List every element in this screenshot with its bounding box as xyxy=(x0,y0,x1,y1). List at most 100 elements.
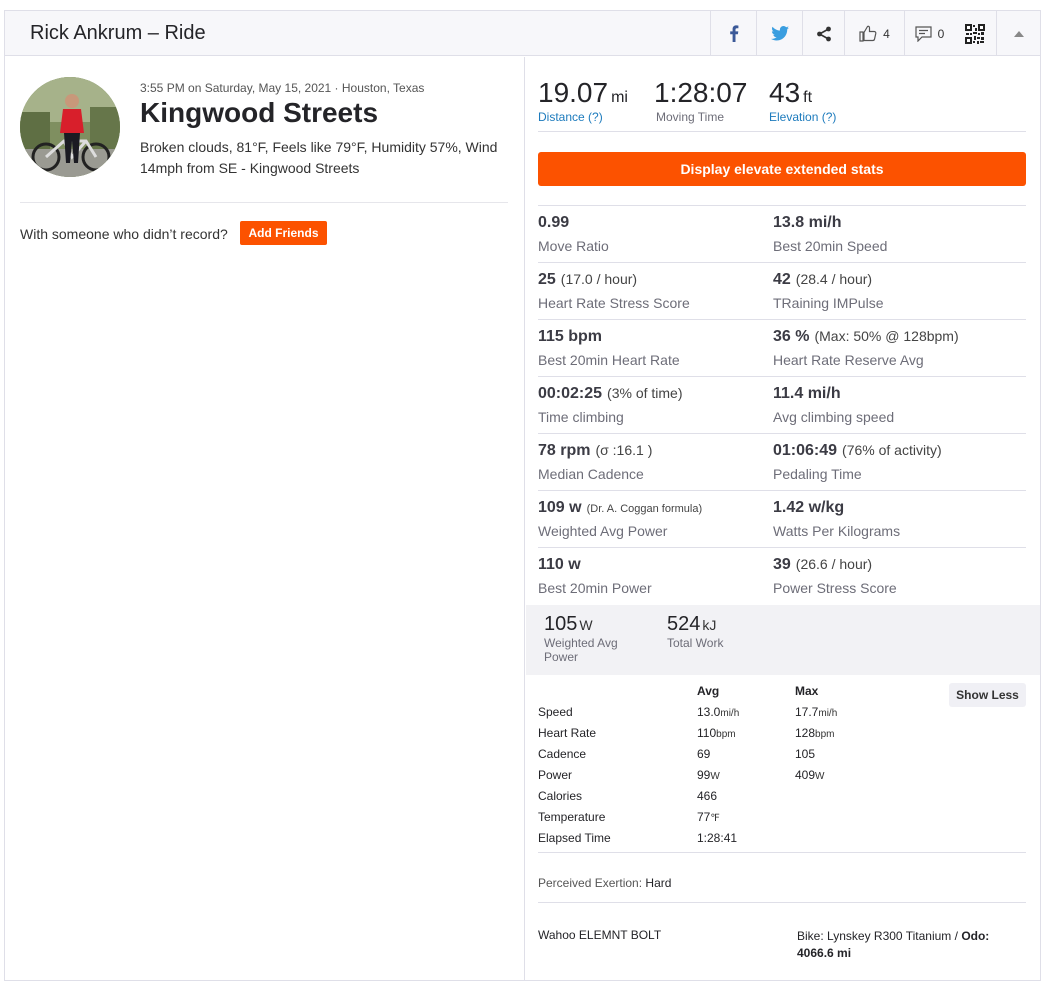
mini-table-row-label: Speed xyxy=(538,705,573,719)
add-friends-button[interactable]: Add Friends xyxy=(240,221,327,245)
elevation-help-link[interactable]: (?) xyxy=(822,110,837,124)
extended-stat-value: 01:06:49 xyxy=(773,442,838,459)
extended-stat-value: 36 % xyxy=(773,328,810,345)
stat-distance: 19.07 mi Distance (?) xyxy=(538,77,628,124)
mini-table-row-label: Cadence xyxy=(538,747,586,761)
power-summary: 105 W Weighted Avg Power 524 kJ Total Work xyxy=(526,605,1040,675)
extended-stat-value: 1.42 w/kg xyxy=(773,499,845,516)
elevation-unit: ft xyxy=(803,89,813,106)
facebook-icon xyxy=(729,25,738,42)
extended-stat-detail: (26.6 / hour) xyxy=(795,556,873,572)
distance-label: Distance xyxy=(538,110,585,124)
total-work-unit: kJ xyxy=(702,617,717,633)
facebook-share-button[interactable] xyxy=(710,11,756,56)
distance-value: 19.07 xyxy=(538,77,609,108)
extended-stat-value: 42 xyxy=(773,271,791,288)
mini-table-avg: 77℉ xyxy=(697,810,720,824)
extended-stat-label: Weighted Avg Power xyxy=(538,523,668,539)
extended-stat-label: Best 20min Power xyxy=(538,580,652,596)
mini-table-row-label-value: Speed xyxy=(538,705,573,719)
extended-stat-label: Avg climbing speed xyxy=(773,409,895,425)
extended-stat-detail: (Dr. A. Coggan formula) xyxy=(586,503,703,515)
mini-table-avg-value: 110 xyxy=(697,726,717,740)
total-work-label: Total Work xyxy=(667,636,724,650)
device-name: Wahoo ELEMNT BOLT xyxy=(538,928,662,942)
elevate-extended-stats-button[interactable]: Display elevate extended stats xyxy=(538,152,1026,186)
comments-button[interactable]: 0 xyxy=(904,11,954,56)
extended-stat-label: Pedaling Time xyxy=(773,466,862,482)
distance-unit: mi xyxy=(611,89,628,106)
mini-table-max-value: 105 xyxy=(795,747,816,761)
mini-table-avg: 69 xyxy=(697,747,710,761)
extended-stat: 1.42 w/kg Watts Per Kilograms xyxy=(773,499,1008,539)
mini-table-avg: 99W xyxy=(697,768,720,782)
mini-table-avg: 466 xyxy=(697,789,717,803)
mini-table-max: 105 xyxy=(795,747,815,761)
athlete-avatar[interactable] xyxy=(20,77,120,177)
activity-title: Kingwood Streets xyxy=(140,97,379,128)
extended-stat: 11.4 mi/h Avg climbing speed xyxy=(773,385,1008,425)
mini-table-row-label-value: Temperature xyxy=(538,810,606,824)
total-work-stat: 524 kJ Total Work xyxy=(667,613,723,650)
mini-table-avg-unit: W xyxy=(710,771,720,782)
share-button[interactable] xyxy=(802,11,844,56)
friends-prompt: With someone who didn’t record? xyxy=(20,226,228,242)
comment-icon xyxy=(915,25,932,42)
extended-stat: 00:02:25 (3% of time) Time climbing xyxy=(538,385,773,425)
show-less-button[interactable]: Show Less xyxy=(949,683,1026,707)
weighted-avg-power-unit: W xyxy=(579,617,593,633)
mini-table-avg-value: 69 xyxy=(697,747,711,761)
extended-stat-value: 13.8 mi/h xyxy=(773,214,842,231)
mini-table-avg-unit: mi/h xyxy=(720,708,740,719)
bike-name[interactable]: Bike: Lynskey R300 Titanium / xyxy=(797,929,958,943)
mini-table-avg: 110bpm xyxy=(697,726,736,740)
extended-stat-label: Move Ratio xyxy=(538,238,609,254)
mini-table-avg-value: 77 xyxy=(697,810,711,824)
extended-stat-detail: (Max: 50% @ 128bpm) xyxy=(814,328,959,344)
extended-stat-value: 25 xyxy=(538,271,556,288)
mini-table-avg-value: 99 xyxy=(697,768,711,782)
divider xyxy=(538,262,1026,263)
extended-stat-label: Median Cadence xyxy=(538,466,644,482)
extended-stat: 78 rpm (σ :16.1 ) Median Cadence xyxy=(538,442,773,482)
kudos-button[interactable]: 4 xyxy=(844,11,904,56)
mini-table-avg: 1:28:41 xyxy=(697,831,737,845)
extended-stat-value: 78 rpm xyxy=(538,442,591,459)
moving-time-value: 1:28:07 xyxy=(654,77,748,108)
extended-stat: 42 (28.4 / hour) TRaining IMPulse xyxy=(773,271,1008,311)
extended-stat-value: 0.99 xyxy=(538,214,570,231)
collapse-arrow-icon xyxy=(1013,30,1024,37)
mini-table-row-label-value: Power xyxy=(538,768,573,782)
mini-table-max-unit: bpm xyxy=(815,729,835,740)
mini-table-avg-value: 466 xyxy=(697,789,718,803)
odometer-label: Odo: xyxy=(961,929,990,943)
activity-description: Broken clouds, 81°F, Feels like 79°F, Hu… xyxy=(140,139,498,176)
distance-help-link[interactable]: (?) xyxy=(588,110,603,124)
activity-panel: Rick Ankrum – Ride 4 0 3:55 PM on Saturd… xyxy=(4,10,1041,981)
extended-stat: 110 w Best 20min Power xyxy=(538,556,773,596)
perceived-exertion-label: Perceived Exertion: xyxy=(538,876,643,890)
extended-stat-value: 11.4 mi/h xyxy=(773,385,841,402)
mini-table-max-value: 128 xyxy=(795,726,816,740)
weighted-avg-power-label: Weighted Avg xyxy=(544,636,618,650)
extended-stat-value: 110 w xyxy=(538,556,581,573)
divider xyxy=(538,319,1026,320)
comments-count: 0 xyxy=(937,26,945,41)
extended-stat: 13.8 mi/h Best 20min Speed xyxy=(773,214,1008,254)
collapse-button[interactable] xyxy=(996,11,1040,56)
twitter-share-button[interactable] xyxy=(756,11,802,56)
divider xyxy=(538,852,1026,853)
mini-table-max: 128bpm xyxy=(795,726,834,740)
mini-table-max: 17.7mi/h xyxy=(795,705,837,719)
extended-stat-value: 00:02:25 xyxy=(538,385,603,402)
bike-info: Bike: Lynskey R300 Titanium / Odo: 4066.6… xyxy=(797,928,1022,962)
kudos-count: 4 xyxy=(883,26,890,41)
mini-table-max-value: 409 xyxy=(795,768,816,782)
extended-stat: 109 w (Dr. A. Coggan formula) Weighted Avg… xyxy=(538,499,773,539)
mini-table-max-unit: mi/h xyxy=(818,708,838,719)
divider xyxy=(538,490,1026,491)
mini-table-max-unit: W xyxy=(815,771,825,782)
extended-stat-label: Heart Rate Reserve Avg xyxy=(773,352,924,368)
mini-table-avg-unit: bpm xyxy=(716,729,736,740)
qr-code-button[interactable] xyxy=(954,11,996,56)
